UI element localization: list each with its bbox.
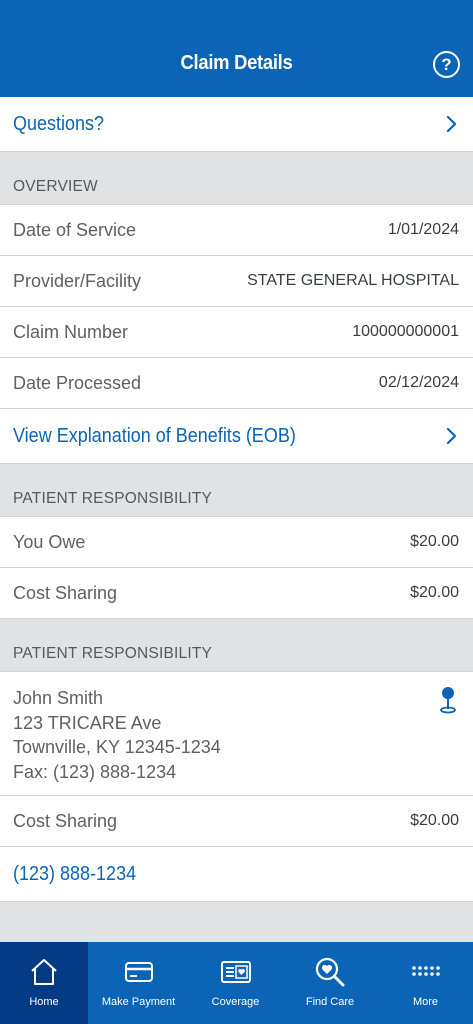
row-label: Provider/Facility xyxy=(13,270,142,291)
row-label: Claim Number xyxy=(13,321,129,342)
row-label: Cost Sharing xyxy=(13,582,118,603)
row-value: 100000000001 xyxy=(352,323,459,340)
questions-link-label: Questions? xyxy=(13,112,105,135)
row-label: Date of Service xyxy=(13,219,137,240)
home-icon xyxy=(31,959,57,985)
tab-label: More xyxy=(412,996,439,1008)
date-of-service-row: Date of Service 1/01/2024 xyxy=(0,205,473,256)
row-value: 02/12/2024 xyxy=(378,374,459,391)
row-label: Cost Sharing xyxy=(13,810,118,831)
provider-facility-row: Provider/Facility STATE GENERAL HOSPITAL xyxy=(0,256,473,307)
patient-responsibility-section-header-2: PATIENT RESPONSIBILITY xyxy=(0,619,473,672)
row-value: $20.00 xyxy=(410,584,459,601)
claim-number-row: Claim Number 100000000001 xyxy=(0,307,473,358)
app-header: Claim Details ? xyxy=(0,0,473,97)
patient-address-block: John Smith 123 TRICARE Ave Townville, KY… xyxy=(0,672,473,796)
row-value: 1/01/2024 xyxy=(387,221,459,238)
date-processed-row: Date Processed 02/12/2024 xyxy=(0,358,473,409)
tab-label: Home xyxy=(29,996,59,1008)
fax-number: Fax: (123) 888-1234 xyxy=(13,761,177,782)
search-heart-icon xyxy=(315,957,345,987)
view-eob-link[interactable]: View Explanation of Benefits (EOB) xyxy=(0,409,473,464)
tab-home[interactable]: Home xyxy=(0,942,88,1024)
claim-details-content: Questions? OVERVIEW Date of Service 1/01… xyxy=(0,97,473,946)
cost-sharing-row: Cost Sharing $20.00 xyxy=(0,568,473,619)
grid-dots-icon xyxy=(411,966,440,976)
tab-make-payment[interactable]: Make Payment xyxy=(88,942,189,1024)
tab-label: Make Payment xyxy=(101,996,176,1008)
chevron-right-icon xyxy=(446,427,457,445)
credit-card-icon xyxy=(124,962,153,982)
phone-link[interactable]: (123) 888-1234 xyxy=(0,847,473,902)
tab-find-care[interactable]: Find Care xyxy=(282,942,378,1024)
street-address: 123 TRICARE Ave xyxy=(13,712,162,733)
row-label: You Owe xyxy=(13,531,86,552)
page-title: Claim Details xyxy=(180,52,293,74)
patient-responsibility-section-header: PATIENT RESPONSIBILITY xyxy=(0,464,473,517)
row-value: $20.00 xyxy=(410,533,459,550)
help-button[interactable]: ? xyxy=(433,51,460,78)
overview-section-header: OVERVIEW xyxy=(0,152,473,205)
city-state-zip: Townville, KY 12345-1234 xyxy=(13,737,221,757)
map-pin-icon[interactable] xyxy=(439,686,457,714)
tab-more[interactable]: More xyxy=(378,942,473,1024)
bottom-spacer xyxy=(0,902,473,946)
view-eob-link-label: View Explanation of Benefits (EOB) xyxy=(13,424,296,447)
row-value: STATE GENERAL HOSPITAL xyxy=(247,272,459,289)
chevron-right-icon xyxy=(446,115,457,133)
tab-coverage[interactable]: Coverage xyxy=(189,942,282,1024)
questions-link[interactable]: Questions? xyxy=(0,97,473,152)
coverage-card-icon xyxy=(220,961,251,983)
row-label: Date Processed xyxy=(13,372,142,393)
bottom-tab-bar: Home Make Payment Coverage Find Care Mor… xyxy=(0,942,473,1024)
cost-sharing-row-2: Cost Sharing $20.00 xyxy=(0,796,473,847)
row-value: $20.00 xyxy=(410,812,459,829)
tab-label: Coverage xyxy=(211,996,260,1008)
question-mark-icon: ? xyxy=(441,54,452,74)
phone-number: (123) 888-1234 xyxy=(13,862,137,885)
tab-label: Find Care xyxy=(305,996,355,1008)
you-owe-row: You Owe $20.00 xyxy=(0,517,473,568)
patient-name: John Smith xyxy=(13,688,104,708)
